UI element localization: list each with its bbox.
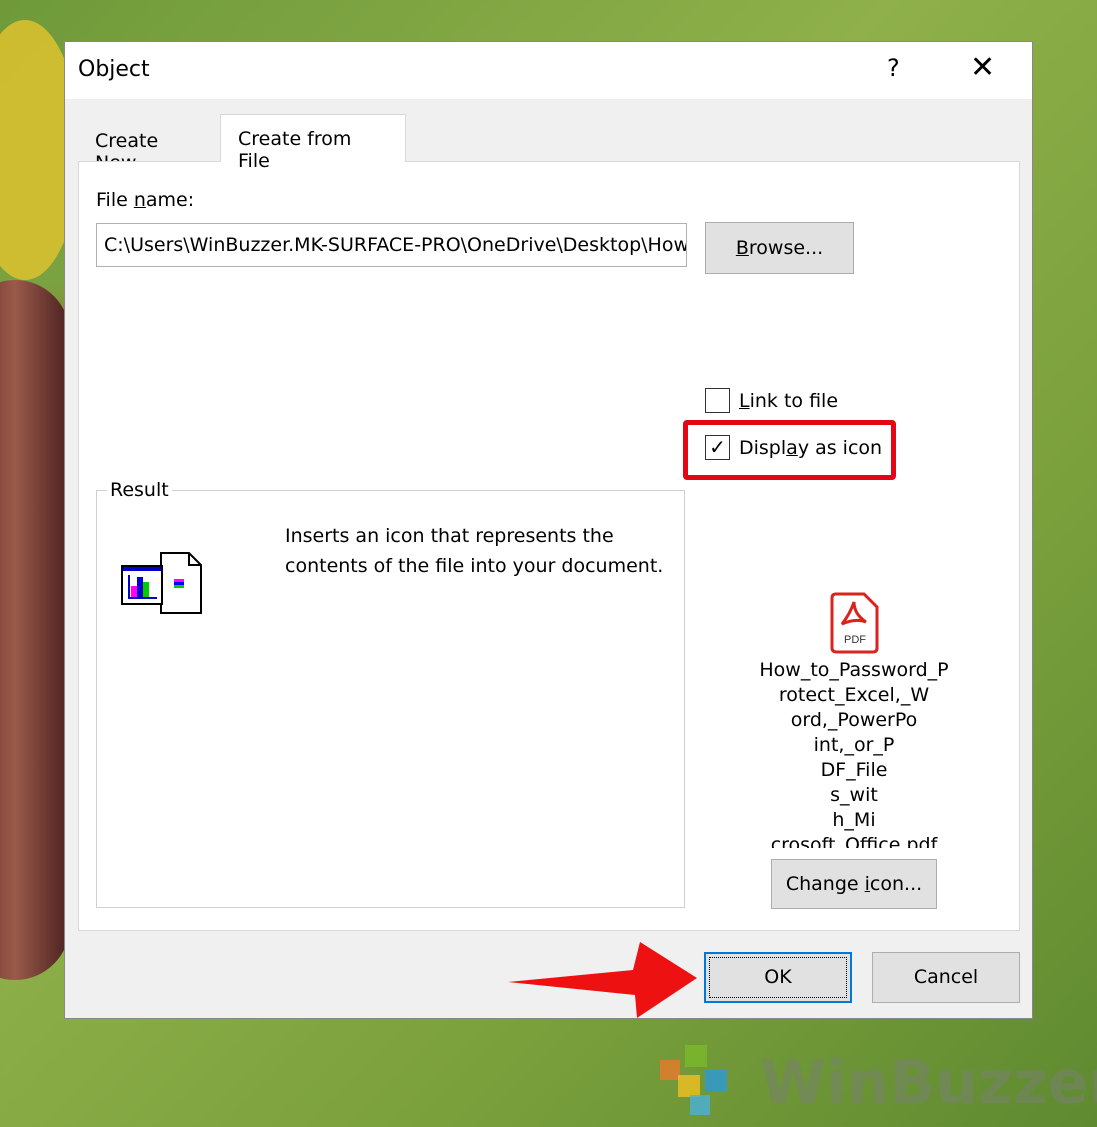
result-group: Result Inserts an icon that represents t…	[96, 479, 685, 908]
title-bar: Object ? ✕	[65, 42, 1032, 99]
result-description: Inserts an icon that represents the cont…	[285, 525, 664, 577]
link-to-file-checkbox[interactable]	[705, 388, 730, 413]
red-arrow-annotation	[508, 942, 697, 1018]
display-as-icon-checkbox[interactable]: ✓	[705, 435, 730, 460]
file-name-input[interactable]: C:\Users\WinBuzzer.MK-SURFACE-PRO\OneDri…	[96, 223, 687, 267]
winbuzzer-watermark: WinBuzzer	[760, 1048, 1097, 1118]
dialog-title: Object	[78, 57, 150, 82]
background-plant	[0, 280, 70, 980]
pdf-file-icon: PDF	[830, 592, 879, 654]
file-name-label: File name:	[96, 189, 195, 211]
help-button[interactable]: ?	[887, 54, 900, 82]
browse-button[interactable]: Browse...	[705, 222, 854, 274]
link-to-file-label[interactable]: Link to file	[739, 390, 838, 412]
tab-create-from-file[interactable]: Create from File	[220, 114, 406, 172]
cancel-button[interactable]: Cancel	[872, 952, 1020, 1003]
ok-button[interactable]: OK	[704, 952, 852, 1003]
embedded-object-icon	[121, 552, 202, 614]
result-label: Result	[107, 479, 172, 501]
tab-create-new[interactable]: Create New	[78, 120, 220, 174]
winbuzzer-logo-icon	[660, 1045, 727, 1115]
create-from-file-panel: File name: C:\Users\WinBuzzer.MK-SURFACE…	[78, 161, 1020, 931]
change-icon-button[interactable]: Change icon...	[771, 859, 937, 909]
object-dialog: Object ? ✕ Create New Create from File F…	[64, 41, 1033, 1019]
svg-text:PDF: PDF	[844, 634, 866, 646]
icon-caption: How_to_Password_P rotect_Excel,_W ord,_Pow…	[759, 659, 949, 848]
close-button[interactable]: ✕	[970, 50, 995, 85]
display-as-icon-label[interactable]: Display as icon	[739, 437, 882, 459]
